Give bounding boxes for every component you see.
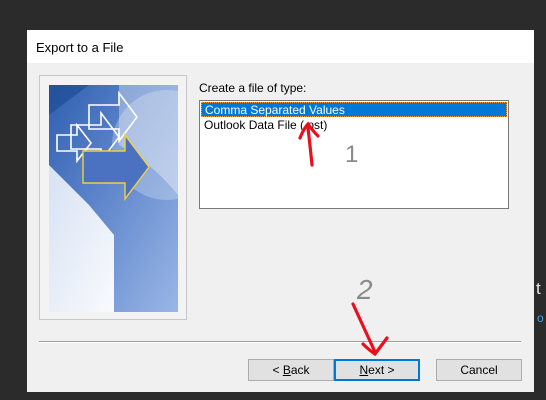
next-button[interactable]: Next >: [334, 359, 420, 381]
back-button-label: < Back: [272, 363, 310, 377]
list-item-csv[interactable]: Comma Separated Values: [201, 102, 507, 117]
export-dialog: Export to a File Create a file of type: …: [27, 30, 534, 392]
wizard-illustration: [39, 75, 187, 320]
file-type-label: Create a file of type:: [199, 81, 307, 95]
background-link-fragment: o: [537, 311, 544, 325]
background-text-fragment: t: [536, 279, 541, 298]
button-separator: [39, 341, 521, 343]
file-type-listbox[interactable]: Comma Separated Values Outlook Data File…: [199, 100, 509, 209]
wizard-arrows-graphic: [49, 85, 178, 312]
cancel-button[interactable]: Cancel: [436, 359, 522, 381]
dialog-titlebar[interactable]: Export to a File: [27, 30, 534, 63]
list-item-pst[interactable]: Outlook Data File (.pst): [201, 118, 507, 133]
cancel-button-label: Cancel: [460, 363, 498, 377]
dialog-title: Export to a File: [36, 40, 124, 55]
back-button[interactable]: < Back: [248, 359, 334, 381]
next-button-label: Next >: [359, 363, 395, 377]
